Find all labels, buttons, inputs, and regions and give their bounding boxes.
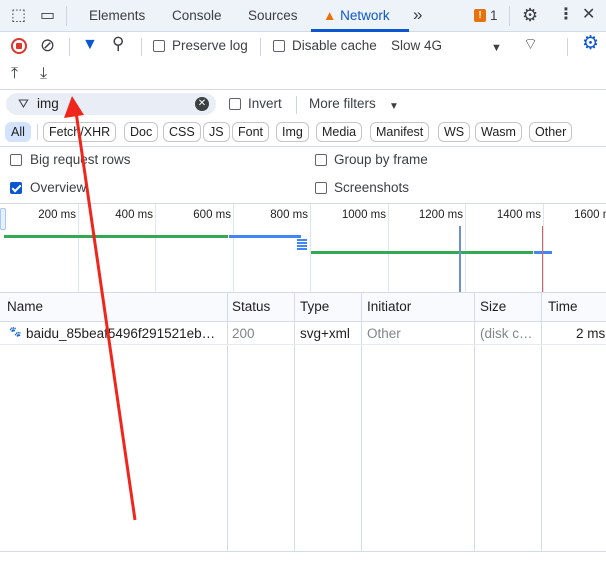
arrow-head (64, 96, 84, 118)
annotation-arrow (64, 96, 137, 521)
arrow-shaft (74, 111, 137, 521)
